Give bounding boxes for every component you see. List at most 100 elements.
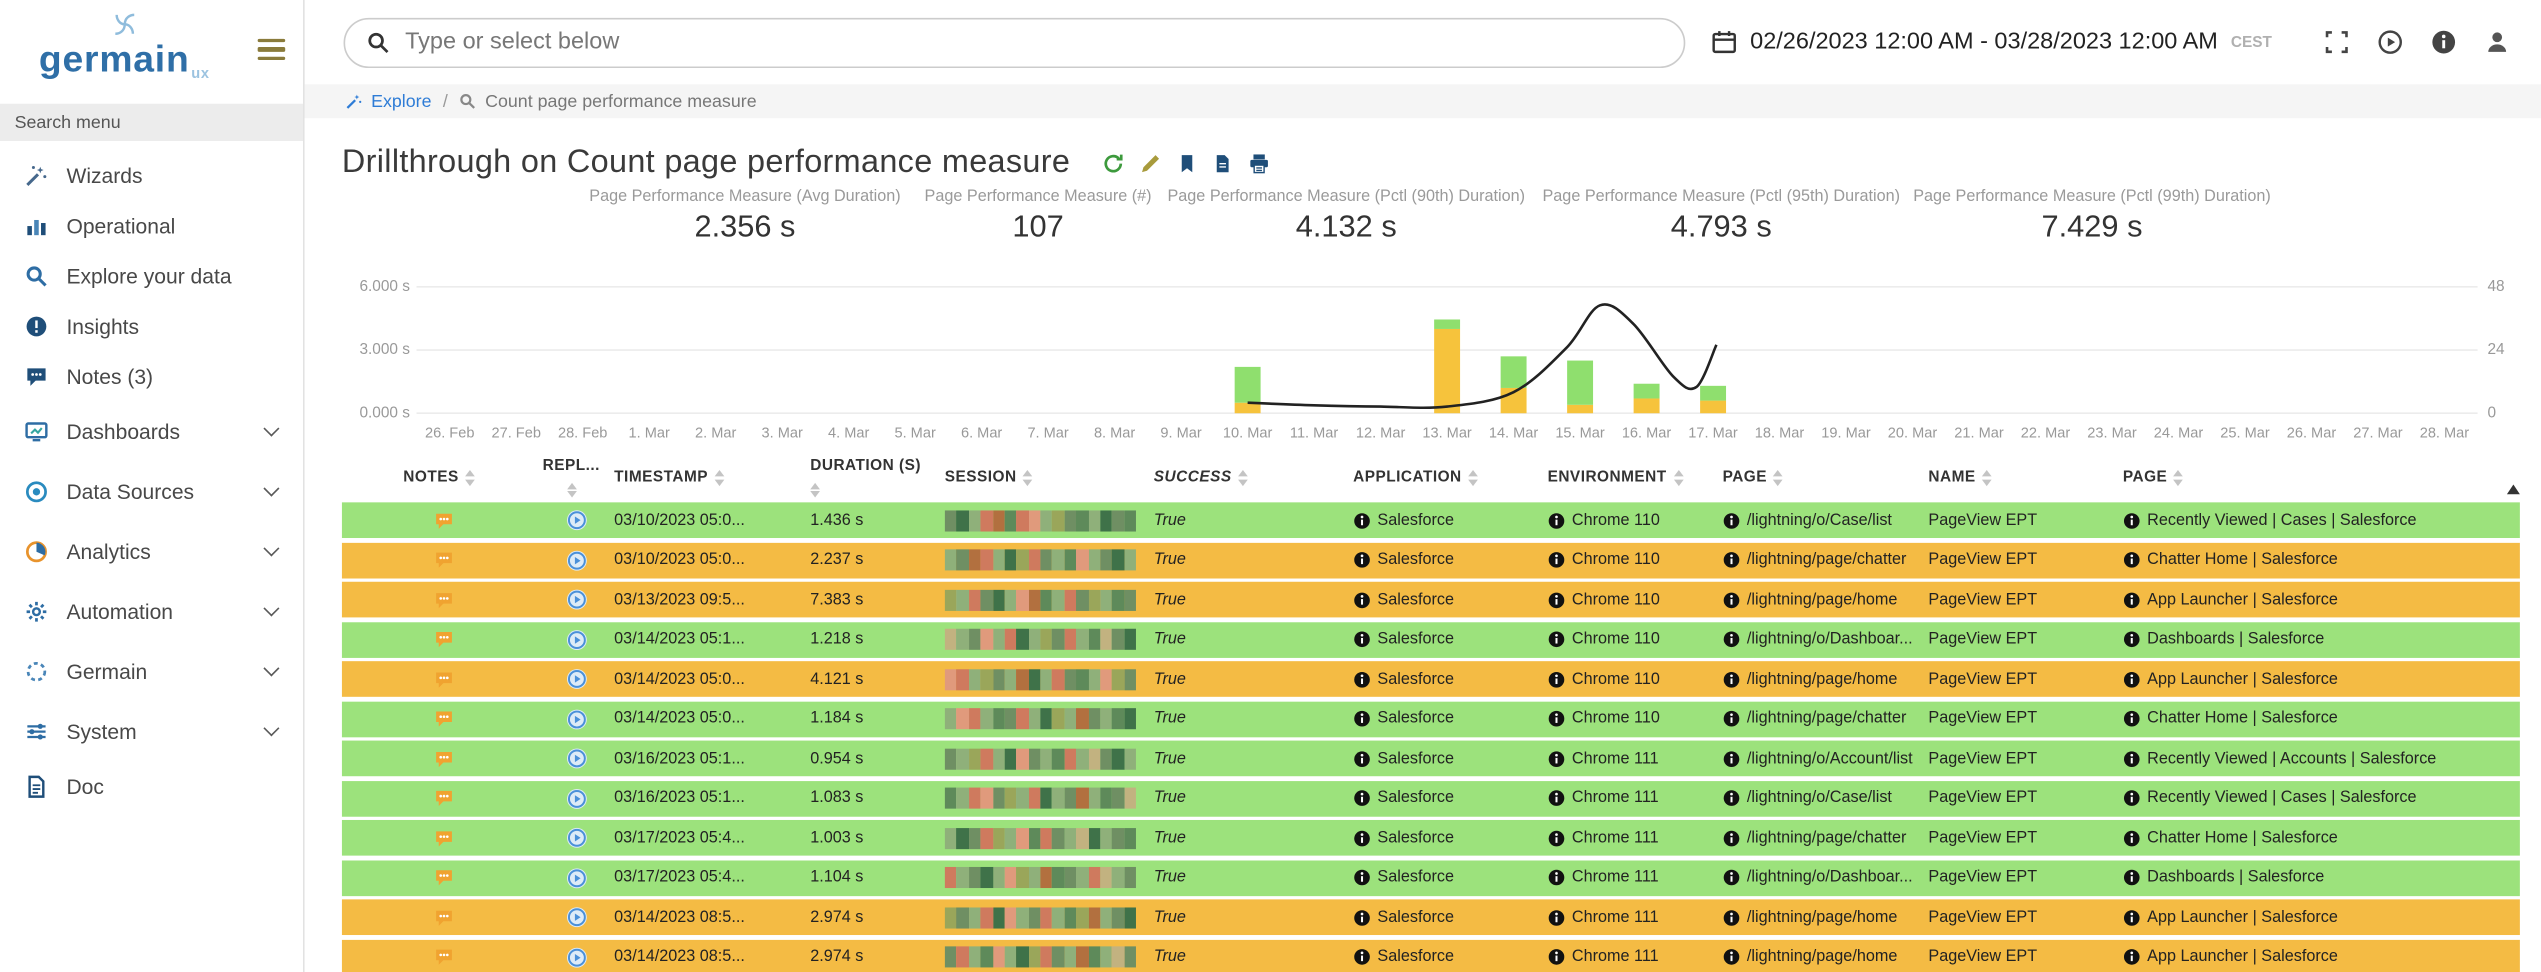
info-icon[interactable] xyxy=(2123,949,2141,967)
session-heatmap[interactable] xyxy=(945,550,1136,571)
info-icon[interactable] xyxy=(2123,552,2141,570)
info-icon[interactable] xyxy=(2431,29,2457,55)
column-header-page2[interactable]: PAGE xyxy=(2107,470,2520,488)
table-row[interactable]: 03/16/2023 05:1...0.954 sTrueSalesforceC… xyxy=(342,741,2520,777)
info-icon[interactable] xyxy=(1353,591,1371,609)
session-heatmap[interactable] xyxy=(945,709,1136,730)
session-heatmap[interactable] xyxy=(945,669,1136,690)
session-heatmap[interactable] xyxy=(945,868,1136,889)
sort-icon[interactable] xyxy=(1023,471,1033,486)
chart-canvas[interactable] xyxy=(416,275,2477,424)
bar-segment-green[interactable] xyxy=(1501,356,1527,388)
note-icon[interactable] xyxy=(433,749,456,770)
column-header-duration[interactable]: DURATION (S) xyxy=(788,459,945,499)
session-heatmap[interactable] xyxy=(945,907,1136,928)
column-header-replay[interactable]: REPL... xyxy=(546,459,606,499)
replay-icon[interactable] xyxy=(565,668,588,691)
table-row[interactable]: 03/14/2023 05:0...4.121 sTrueSalesforceC… xyxy=(342,662,2520,698)
session-heatmap[interactable] xyxy=(945,828,1136,849)
sidebar-item-notes-3[interactable]: Notes (3) xyxy=(0,352,303,402)
info-icon[interactable] xyxy=(2123,830,2141,848)
column-header-name[interactable]: NAME xyxy=(1928,470,2106,488)
info-icon[interactable] xyxy=(1548,869,1566,887)
chevron-down-icon[interactable] xyxy=(263,481,279,497)
menu-search-input[interactable] xyxy=(0,104,303,141)
info-icon[interactable] xyxy=(2123,512,2141,530)
bar-segment-yellow[interactable] xyxy=(1700,401,1726,414)
sort-icon[interactable] xyxy=(1774,471,1784,486)
info-icon[interactable] xyxy=(1353,671,1371,689)
info-icon[interactable] xyxy=(1723,869,1741,887)
replay-icon[interactable] xyxy=(565,946,588,969)
bar-segment-green[interactable] xyxy=(1567,361,1593,405)
table-row[interactable]: 03/14/2023 05:1...1.218 sTrueSalesforceC… xyxy=(342,622,2520,658)
info-icon[interactable] xyxy=(1723,830,1741,848)
info-icon[interactable] xyxy=(1723,909,1741,927)
replay-icon[interactable] xyxy=(565,708,588,731)
replay-icon[interactable] xyxy=(565,510,588,533)
info-icon[interactable] xyxy=(2123,591,2141,609)
replay-icon[interactable] xyxy=(565,748,588,771)
table-row[interactable]: 03/17/2023 05:4...1.003 sTrueSalesforceC… xyxy=(342,821,2520,857)
info-icon[interactable] xyxy=(1548,790,1566,808)
table-row[interactable]: 03/10/2023 05:0...2.237 sTrueSalesforceC… xyxy=(342,543,2520,579)
info-icon[interactable] xyxy=(1353,710,1371,728)
breadcrumb-explore-link[interactable]: Explore xyxy=(371,92,431,111)
info-icon[interactable] xyxy=(2123,631,2141,649)
edit-icon[interactable] xyxy=(1140,152,1163,175)
sidebar-item-analytics[interactable]: Analytics xyxy=(0,522,303,582)
info-icon[interactable] xyxy=(1353,909,1371,927)
bar-segment-green[interactable] xyxy=(1700,386,1726,401)
column-header-page[interactable]: PAGE xyxy=(1723,470,1929,488)
sort-icon[interactable] xyxy=(2174,471,2184,486)
export-icon[interactable] xyxy=(1213,152,1234,175)
note-icon[interactable] xyxy=(433,709,456,730)
info-icon[interactable] xyxy=(1723,512,1741,530)
column-header-application[interactable]: APPLICATION xyxy=(1353,470,1547,488)
column-header-environment[interactable]: ENVIRONMENT xyxy=(1548,470,1723,488)
table-row[interactable]: 03/14/2023 08:5...2.974 sTrueSalesforceC… xyxy=(342,940,2520,972)
note-icon[interactable] xyxy=(433,828,456,849)
replay-icon[interactable] xyxy=(565,589,588,612)
table-row[interactable]: 03/14/2023 08:5...2.974 sTrueSalesforceC… xyxy=(342,900,2520,936)
info-icon[interactable] xyxy=(2123,909,2141,927)
table-row[interactable]: 03/16/2023 05:1...1.083 sTrueSalesforceC… xyxy=(342,781,2520,817)
print-icon[interactable] xyxy=(1249,152,1272,175)
column-header-session[interactable]: SESSION xyxy=(945,470,1154,488)
table-row[interactable]: 03/14/2023 05:0...1.184 sTrueSalesforceC… xyxy=(342,702,2520,738)
sort-icon[interactable] xyxy=(715,471,725,486)
info-icon[interactable] xyxy=(1723,631,1741,649)
sort-icon[interactable] xyxy=(1673,471,1683,486)
global-search-input[interactable] xyxy=(405,29,1663,55)
session-heatmap[interactable] xyxy=(945,749,1136,770)
date-range-picker[interactable]: 02/26/2023 12:00 AM - 03/28/2023 12:00 A… xyxy=(1711,29,2272,55)
sort-icon[interactable] xyxy=(1468,471,1478,486)
note-icon[interactable] xyxy=(433,947,456,968)
note-icon[interactable] xyxy=(433,510,456,531)
info-icon[interactable] xyxy=(1723,671,1741,689)
session-heatmap[interactable] xyxy=(945,590,1136,611)
info-icon[interactable] xyxy=(1548,591,1566,609)
sort-icon[interactable] xyxy=(1238,471,1248,486)
table-row[interactable]: 03/10/2023 05:0...1.436 sTrueSalesforceC… xyxy=(342,503,2520,539)
bar-segment-yellow[interactable] xyxy=(1567,405,1593,413)
column-header-notes[interactable]: NOTES xyxy=(342,470,546,488)
scroll-up-indicator[interactable] xyxy=(2507,485,2520,495)
column-header-timestamp[interactable]: TIMESTAMP xyxy=(606,470,787,488)
info-icon[interactable] xyxy=(2123,671,2141,689)
replay-icon[interactable] xyxy=(565,629,588,652)
sidebar-item-germain[interactable]: Germain xyxy=(0,642,303,702)
note-icon[interactable] xyxy=(433,590,456,611)
bar-segment-yellow[interactable] xyxy=(1434,329,1460,413)
info-icon[interactable] xyxy=(1723,710,1741,728)
info-icon[interactable] xyxy=(1548,750,1566,768)
germain-logo[interactable]: germainux xyxy=(39,8,210,78)
info-icon[interactable] xyxy=(1723,949,1741,967)
replay-icon[interactable] xyxy=(565,827,588,850)
replay-icon[interactable] xyxy=(565,787,588,810)
info-icon[interactable] xyxy=(1353,631,1371,649)
bar-segment-green[interactable] xyxy=(1434,319,1460,328)
sidebar-item-data-sources[interactable]: Data Sources xyxy=(0,462,303,522)
user-icon[interactable] xyxy=(2484,29,2510,55)
chevron-down-icon[interactable] xyxy=(263,421,279,437)
